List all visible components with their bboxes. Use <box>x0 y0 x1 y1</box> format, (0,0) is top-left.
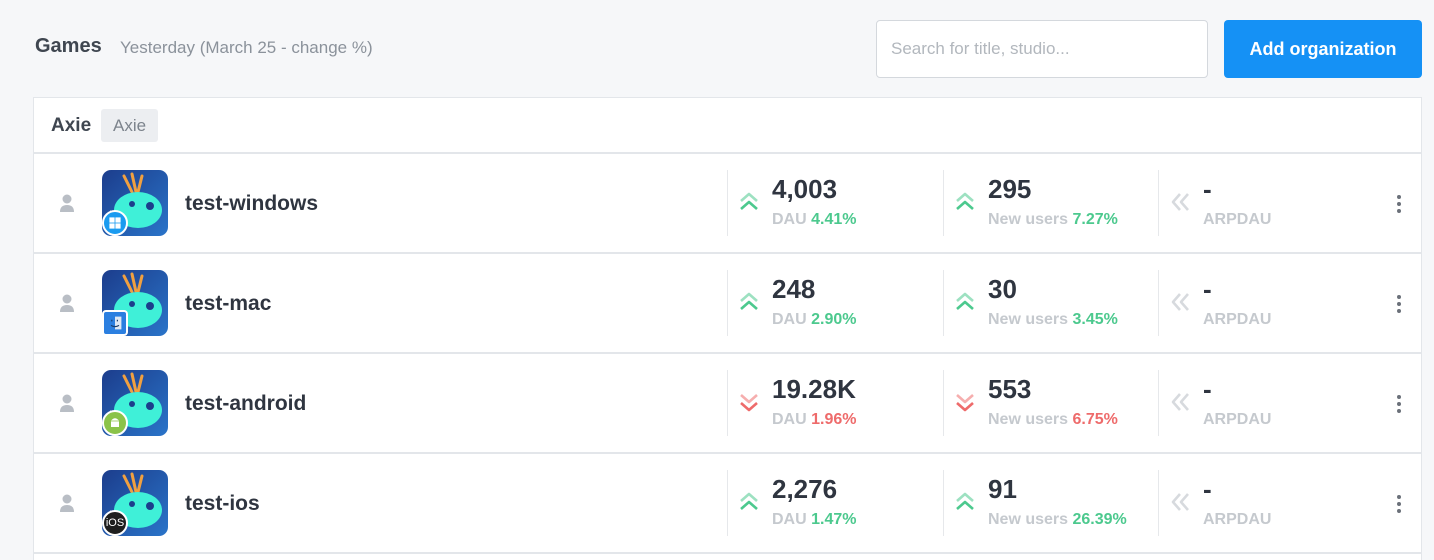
dau-metric-label: DAU 4.41% <box>772 211 857 229</box>
new-users-metric-value: 30 <box>988 274 1017 304</box>
game-row[interactable]: test-android 19.28K DAU 1.96% 553 New users … <box>34 354 1421 454</box>
organization-panel: Axie Axie test-windows 4,003 DAU 4.41% 295 N… <box>33 97 1422 560</box>
arpdau-metric-label: ARPDAU <box>1203 211 1271 229</box>
new-users-metric-label: New users 7.27% <box>988 211 1118 229</box>
mac-finder-icon <box>102 310 128 336</box>
trend-down-icon <box>956 394 974 412</box>
games-list: test-windows 4,003 DAU 4.41% 295 New users 7… <box>34 154 1421 554</box>
dau-metric-label-text: DAU <box>772 211 807 228</box>
game-row[interactable]: iOS test-ios 2,276 DAU 1.47% 91 New users 26.… <box>34 454 1421 554</box>
new-users-metric-value: 91 <box>988 474 1017 504</box>
arpdau-metric-label: ARPDAU <box>1203 311 1271 329</box>
organization-name: Axie <box>51 115 92 136</box>
dau-metric-label: DAU 2.90% <box>772 311 857 329</box>
page-title: Games <box>35 35 102 57</box>
new-users-metric-change: 3.45% <box>1072 311 1118 328</box>
game-name[interactable]: test-android <box>185 392 306 416</box>
more-options-icon[interactable] <box>1389 392 1409 416</box>
dau-metric-value: 2,276 <box>772 474 838 504</box>
dau-metric-label: DAU 1.96% <box>772 411 857 429</box>
arpdau-metric: - ARPDAU <box>1159 454 1359 554</box>
dau-metric-change: 2.90% <box>811 311 857 328</box>
organization-header: Axie Axie <box>34 98 1421 154</box>
arpdau-metric-label-text: ARPDAU <box>1203 511 1272 528</box>
new-users-metric-label-text: New users <box>988 411 1069 428</box>
arpdau-metric-value: - <box>1203 474 1212 504</box>
android-icon <box>102 410 128 436</box>
new-users-metric: 30 New users 3.45% <box>944 254 1144 354</box>
dau-metric: 248 DAU 2.90% <box>728 254 928 354</box>
ios-label: iOS <box>105 517 125 529</box>
arpdau-metric-label: ARPDAU <box>1203 411 1271 429</box>
arpdau-metric-value: - <box>1203 274 1212 304</box>
more-options-icon[interactable] <box>1389 192 1409 216</box>
trend-up-icon <box>740 192 758 210</box>
dau-metric-change: 1.47% <box>811 511 857 528</box>
game-name[interactable]: test-mac <box>185 292 271 316</box>
arpdau-metric-value: - <box>1203 374 1212 404</box>
new-users-metric-change: 26.39% <box>1072 511 1127 528</box>
neutral-trend-icon <box>1171 493 1189 511</box>
game-row[interactable]: test-windows 4,003 DAU 4.41% 295 New users 7… <box>34 154 1421 254</box>
user-icon <box>60 294 74 312</box>
dau-metric-change: 4.41% <box>811 211 857 228</box>
new-users-metric: 91 New users 26.39% <box>944 454 1144 554</box>
ios-icon: iOS <box>102 510 128 536</box>
trend-down-icon <box>740 394 758 412</box>
user-icon <box>60 394 74 412</box>
trend-up-icon <box>956 292 974 310</box>
new-users-metric: 553 New users 6.75% <box>944 354 1144 454</box>
arpdau-metric-label-text: ARPDAU <box>1203 411 1272 428</box>
arpdau-metric-label-text: ARPDAU <box>1203 211 1272 228</box>
dau-metric: 2,276 DAU 1.47% <box>728 454 928 554</box>
more-options-icon[interactable] <box>1389 292 1409 316</box>
neutral-trend-icon <box>1171 193 1189 211</box>
new-users-metric-label-text: New users <box>988 211 1069 228</box>
game-name[interactable]: test-ios <box>185 492 260 516</box>
trend-up-icon <box>956 492 974 510</box>
dau-metric-value: 248 <box>772 274 816 304</box>
dau-metric: 4,003 DAU 4.41% <box>728 154 928 254</box>
dau-metric-change: 1.96% <box>811 411 857 428</box>
new-users-metric-label: New users 6.75% <box>988 411 1118 429</box>
dau-metric-value: 4,003 <box>772 174 838 204</box>
search-input[interactable] <box>876 20 1208 78</box>
user-icon <box>60 494 74 512</box>
new-users-metric-value: 295 <box>988 174 1032 204</box>
windows-icon <box>102 210 128 236</box>
arpdau-metric: - ARPDAU <box>1159 154 1359 254</box>
arpdau-metric-label: ARPDAU <box>1203 511 1271 529</box>
arpdau-metric-label-text: ARPDAU <box>1203 311 1272 328</box>
new-users-metric-value: 553 <box>988 374 1032 404</box>
dau-metric-value: 19.28K <box>772 374 856 404</box>
arpdau-metric: - ARPDAU <box>1159 354 1359 454</box>
arpdau-metric-value: - <box>1203 174 1212 204</box>
user-icon <box>60 194 74 212</box>
dau-metric-label-text: DAU <box>772 511 807 528</box>
organization-tag[interactable]: Axie <box>101 109 159 142</box>
trend-up-icon <box>956 192 974 210</box>
page-subtitle: Yesterday (March 25 - change %) <box>120 38 373 57</box>
dau-metric: 19.28K DAU 1.96% <box>728 354 928 454</box>
neutral-trend-icon <box>1171 393 1189 411</box>
neutral-trend-icon <box>1171 293 1189 311</box>
dau-metric-label-text: DAU <box>772 411 807 428</box>
new-users-metric-label: New users 3.45% <box>988 311 1118 329</box>
new-users-metric-label-text: New users <box>988 311 1069 328</box>
new-users-metric-change: 7.27% <box>1072 211 1118 228</box>
more-options-icon[interactable] <box>1389 492 1409 516</box>
new-users-metric: 295 New users 7.27% <box>944 154 1144 254</box>
trend-up-icon <box>740 292 758 310</box>
game-name[interactable]: test-windows <box>185 192 318 216</box>
trend-up-icon <box>740 492 758 510</box>
add-organization-button[interactable]: Add organization <box>1224 20 1422 78</box>
new-users-metric-label-text: New users <box>988 511 1069 528</box>
arpdau-metric: - ARPDAU <box>1159 254 1359 354</box>
game-row[interactable]: test-mac 248 DAU 2.90% 30 New users 3.45% - AR… <box>34 254 1421 354</box>
dau-metric-label-text: DAU <box>772 311 807 328</box>
new-users-metric-change: 6.75% <box>1072 411 1118 428</box>
dau-metric-label: DAU 1.47% <box>772 511 857 529</box>
page-header: Games Yesterday (March 25 - change %) Ad… <box>35 0 1422 98</box>
new-users-metric-label: New users 26.39% <box>988 511 1127 529</box>
